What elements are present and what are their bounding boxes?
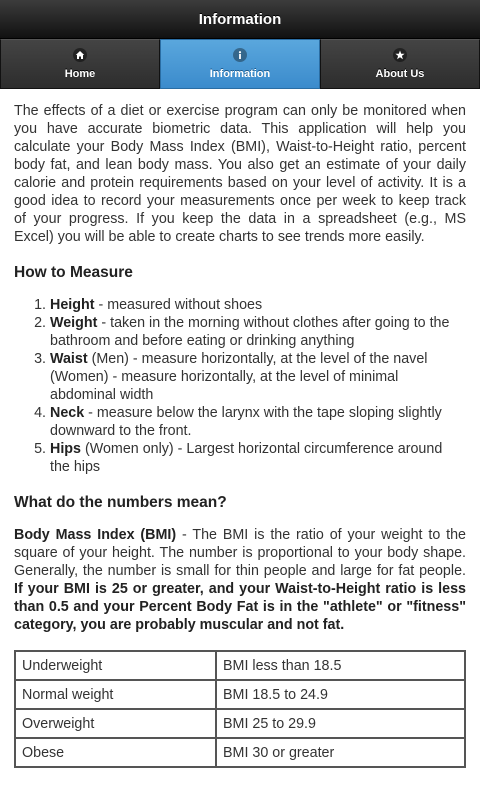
numbers-heading: What do the numbers mean?	[14, 494, 227, 511]
list-item: Hips (Women only) - Largest horizontal c…	[50, 440, 466, 476]
list-item: Neck - measure below the larynx with the…	[50, 404, 466, 440]
nav-about-us-button[interactable]: About Us	[320, 39, 480, 89]
table-row: Overweight BMI 25 to 29.9	[14, 708, 466, 739]
table-cell: Obese	[14, 737, 217, 768]
how-to-measure-heading: How to Measure	[14, 264, 133, 281]
table-row: Normal weight BMI 18.5 to 24.9	[14, 679, 466, 710]
list-item: Waist (Men) - measure horizontally, at t…	[50, 350, 466, 404]
table-row: Underweight BMI less than 18.5	[14, 650, 466, 681]
nav-home-button[interactable]: Home	[0, 39, 160, 89]
table-cell: Underweight	[14, 650, 217, 681]
page-title: Information	[198, 10, 282, 28]
navbar: Home Information About Us	[0, 39, 480, 89]
table-row: Obese BMI 30 or greater	[14, 737, 466, 768]
intro-paragraph: The effects of a diet or exercise progra…	[14, 103, 466, 245]
bmi-paragraph: Body Mass Index (BMI) - The BMI is the r…	[14, 526, 466, 634]
info-icon	[233, 48, 247, 62]
table-cell: BMI 18.5 to 24.9	[215, 679, 466, 710]
nav-information-button[interactable]: Information	[160, 39, 320, 89]
bmi-term: Body Mass Index (BMI)	[14, 527, 177, 543]
nav-about-us-label: About Us	[375, 68, 425, 80]
star-icon	[393, 48, 407, 62]
nav-information-label: Information	[209, 68, 271, 80]
header-bar: Information	[0, 0, 480, 39]
content: The effects of a diet or exercise progra…	[14, 102, 466, 768]
bmi-table: Underweight BMI less than 18.5 Normal wei…	[14, 650, 466, 768]
home-icon	[73, 48, 87, 62]
nav-home-label: Home	[64, 68, 96, 80]
list-item: Weight - taken in the morning without cl…	[50, 314, 466, 350]
table-cell: BMI 25 to 29.9	[215, 708, 466, 739]
table-cell: Normal weight	[14, 679, 217, 710]
list-item: Height - measured without shoes	[50, 296, 466, 314]
bmi-note: If your BMI is 25 or greater, and your W…	[14, 581, 466, 633]
table-cell: Overweight	[14, 708, 217, 739]
measure-list: Height - measured without shoes Weight -…	[14, 296, 466, 476]
table-cell: BMI 30 or greater	[215, 737, 466, 768]
table-cell: BMI less than 18.5	[215, 650, 466, 681]
